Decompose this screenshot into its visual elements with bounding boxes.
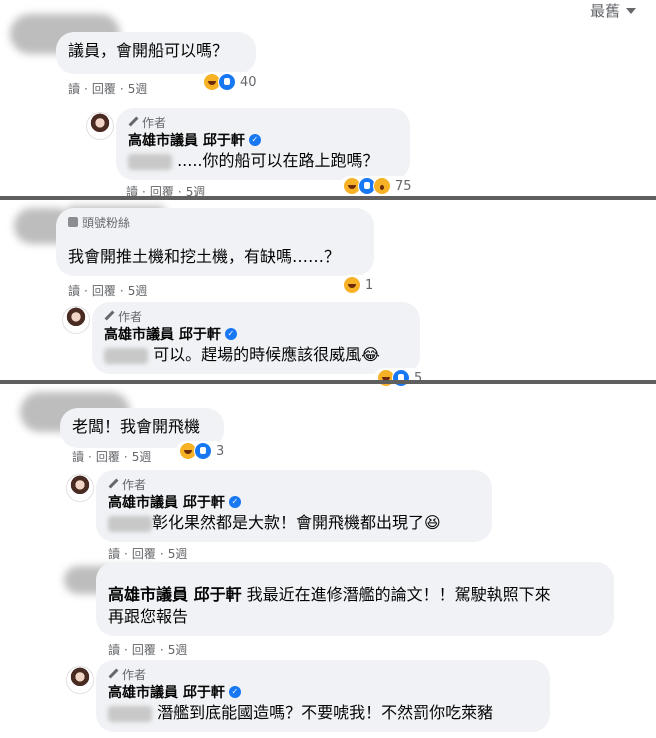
pencil-icon: [108, 669, 118, 679]
reply-link[interactable]: 回覆: [96, 448, 120, 465]
author-badge: 作者: [128, 114, 398, 130]
page-avatar[interactable]: [62, 306, 90, 334]
comment-actions: 讀 · 回覆 · 5週: [72, 448, 152, 465]
section-divider: [0, 196, 656, 200]
page-avatar[interactable]: [66, 474, 94, 502]
reaction-summary[interactable]: 1: [340, 275, 377, 295]
redacted-mention: [108, 705, 152, 722]
comment-text: 老闆！我會開飛機: [72, 417, 201, 436]
read-link[interactable]: 讀: [108, 641, 120, 658]
reaction-count: 40: [240, 74, 257, 90]
top-fan-badge: 頭號粉絲: [68, 214, 362, 230]
reply-link[interactable]: 回覆: [132, 641, 156, 658]
timestamp[interactable]: 5週: [128, 80, 148, 97]
reaction-summary[interactable]: 5: [374, 368, 426, 388]
nested-comment-actions: 讀 · 回覆 · 5週: [108, 641, 188, 658]
reply-link[interactable]: 回覆: [92, 282, 116, 299]
author-badge: 作者: [108, 476, 480, 492]
pencil-icon: [104, 311, 114, 321]
read-link[interactable]: 讀: [68, 282, 80, 299]
comment-actions: 讀 · 回覆 · 5週: [68, 282, 148, 299]
comment-text: 我會開推土機和挖土機，有缺嗎……？: [68, 247, 341, 266]
timestamp[interactable]: 5週: [128, 282, 148, 299]
comment-bubble: 議員，會開船可以嗎？: [56, 32, 256, 74]
pencil-icon: [128, 117, 138, 127]
reply-link[interactable]: 回覆: [132, 545, 156, 562]
page-avatar[interactable]: [66, 666, 94, 694]
sort-label: 最舊: [589, 2, 620, 20]
page-name[interactable]: 高雄市議員 邱于軒 ✓: [104, 324, 408, 344]
reaction-summary[interactable]: 40: [200, 72, 260, 92]
timestamp[interactable]: 5週: [168, 641, 188, 658]
like-reaction-icon: [194, 442, 212, 460]
nested-comment-line-2: 再跟您報告: [108, 607, 189, 626]
page-name[interactable]: 高雄市議員 邱于軒: [108, 585, 242, 604]
top-fan-icon: [68, 217, 78, 227]
wow-reaction-icon: [373, 177, 391, 195]
reply-text: 潛艦到底能國造嗎？不要唬我！不然罰你吃萊豬: [108, 702, 538, 724]
timestamp[interactable]: 5週: [168, 545, 188, 562]
verified-badge-icon: ✓: [248, 134, 261, 146]
reply-bubble: 作者 高雄市議員 邱于軒 ✓ 潛艦到底能國造嗎？不要唬我！不然罰你吃萊豬: [96, 660, 550, 732]
timestamp[interactable]: 5週: [132, 448, 152, 465]
comment-bubble: 頭號粉絲 我會開推土機和挖土機，有缺嗎……？: [56, 208, 374, 276]
redacted-mention: [108, 515, 152, 532]
comment-text: 議員，會開船可以嗎？: [68, 41, 229, 60]
redacted-mention: [128, 153, 172, 170]
page-name[interactable]: 高雄市議員 邱于軒 ✓: [128, 130, 398, 150]
reply-text: 可以。趕場的時候應該很威風😂: [104, 344, 408, 366]
verified-badge-icon: ✓: [228, 496, 241, 508]
reaction-count: 1: [365, 277, 374, 293]
reaction-summary[interactable]: 75: [340, 176, 415, 196]
nested-comment-bubble: 高雄市議員 邱于軒 我最近在進修潛艦的論文！！駕駛執照下來 再跟您報告: [96, 562, 614, 636]
reaction-count: 75: [395, 178, 412, 194]
reply-text: .....你的船可以在路上跑嗎？: [128, 150, 398, 172]
page-name[interactable]: 高雄市議員 邱于軒 ✓: [108, 682, 538, 702]
page-name[interactable]: 高雄市議員 邱于軒 ✓: [108, 492, 480, 512]
reply-bubble: 作者 高雄市議員 邱于軒 ✓ .....你的船可以在路上跑嗎？: [116, 108, 410, 180]
comment-actions: 讀 · 回覆 · 5週: [68, 80, 148, 97]
like-reaction-icon: [218, 73, 236, 91]
reaction-summary[interactable]: 3: [176, 441, 228, 461]
page-avatar[interactable]: [86, 112, 114, 140]
reply-bubble: 作者 高雄市議員 邱于軒 ✓ 可以。趕場的時候應該很威風😂: [92, 302, 420, 374]
reply-actions: 讀 · 回覆 · 5週: [108, 545, 188, 562]
author-badge: 作者: [104, 308, 408, 324]
verified-badge-icon: ✓: [228, 686, 241, 698]
read-link[interactable]: 讀: [72, 448, 84, 465]
read-link[interactable]: 讀: [108, 545, 120, 562]
pencil-icon: [108, 479, 118, 489]
reaction-count: 3: [216, 443, 225, 459]
section-divider: [0, 380, 656, 384]
haha-reaction-icon: [343, 276, 361, 294]
sort-dropdown[interactable]: 最舊: [590, 0, 636, 21]
reply-bubble: 作者 高雄市議員 邱于軒 ✓ 彰化果然都是大款！會開飛機都出現了😆: [96, 470, 492, 542]
nested-comment-line-1: 高雄市議員 邱于軒 我最近在進修潛艦的論文！！駕駛執照下來: [108, 585, 551, 604]
reply-text: 彰化果然都是大款！會開飛機都出現了😆: [108, 512, 480, 534]
like-reaction-icon: [392, 369, 410, 387]
verified-badge-icon: ✓: [224, 328, 237, 340]
author-badge: 作者: [108, 666, 538, 682]
read-link[interactable]: 讀: [68, 80, 80, 97]
caret-down-icon: [626, 7, 636, 14]
redacted-mention: [104, 347, 148, 364]
reply-link[interactable]: 回覆: [92, 80, 116, 97]
